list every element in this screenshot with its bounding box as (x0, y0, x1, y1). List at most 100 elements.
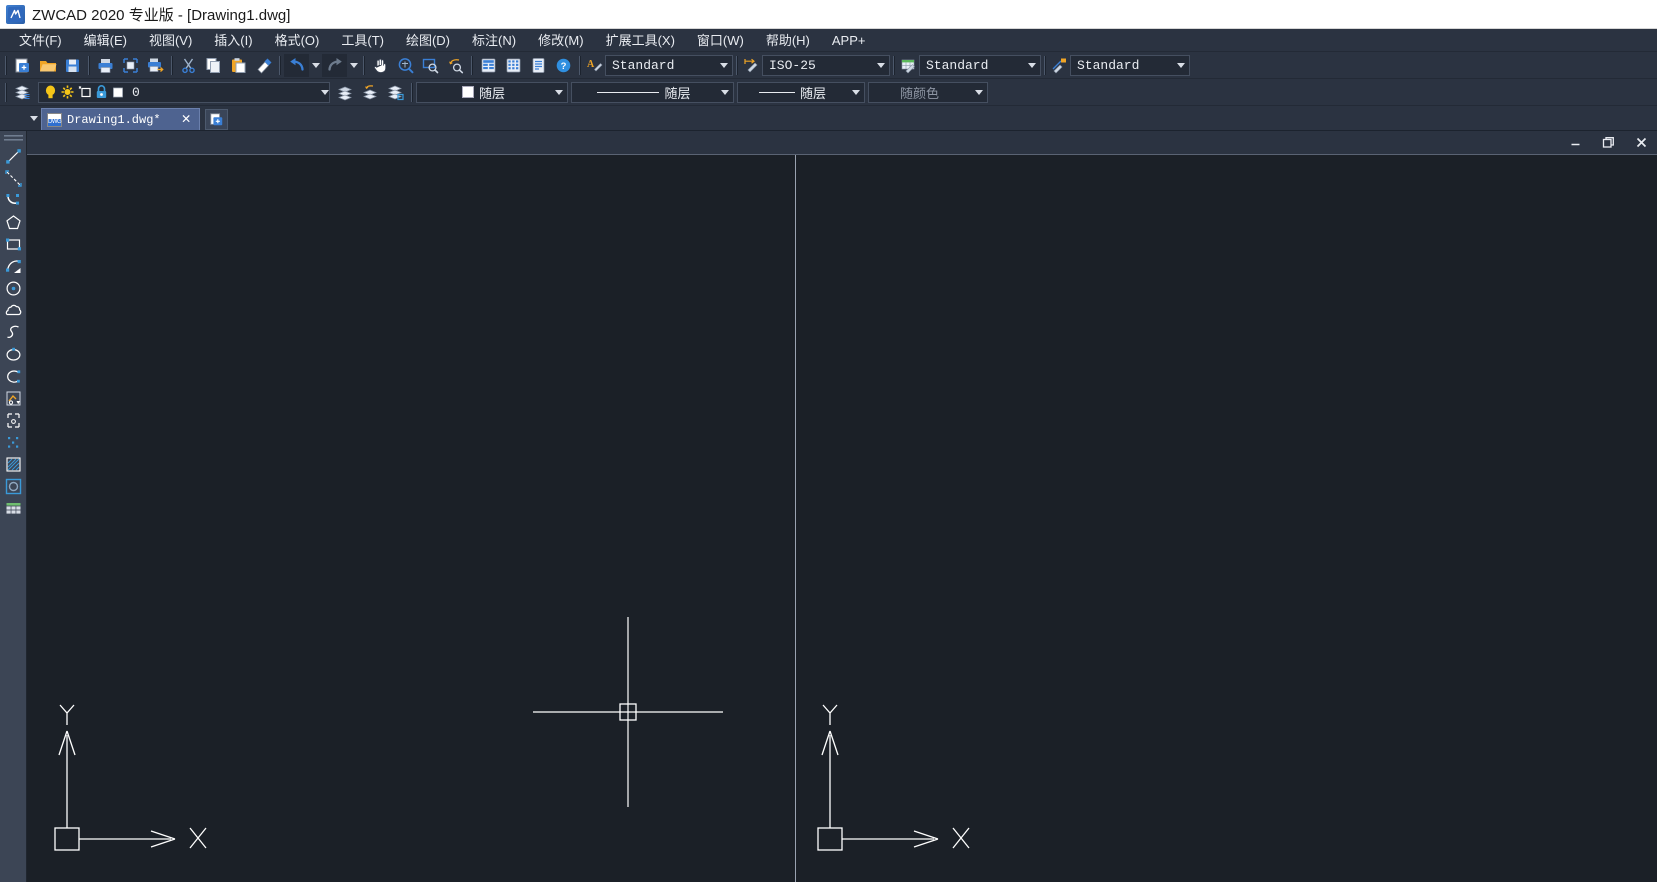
multileader-style-combo[interactable]: Standard (1070, 55, 1190, 76)
chevron-down-icon[interactable] (715, 63, 732, 68)
point-icon[interactable] (2, 431, 25, 453)
layer-states-icon[interactable] (383, 81, 408, 104)
viewport-right[interactable] (796, 155, 1657, 882)
toolbar-grip[interactable] (168, 55, 176, 76)
lineweight-control-combo[interactable]: 随层 (737, 82, 865, 103)
menu-edit[interactable]: 编辑(E) (73, 30, 138, 51)
linetype-control-combo[interactable]: 随层 (571, 82, 734, 103)
ellipse-icon[interactable] (2, 343, 25, 365)
tool-palettes-icon[interactable] (526, 54, 551, 77)
toolbar-grip[interactable] (85, 55, 93, 76)
toolbar-grip[interactable] (2, 55, 10, 76)
open-file-icon[interactable] (35, 54, 60, 77)
redo-dropdown-arrow-icon[interactable] (347, 54, 360, 77)
toolbar-grip[interactable] (360, 55, 368, 76)
close-icon[interactable]: ✕ (178, 111, 195, 128)
chevron-down-icon[interactable] (872, 63, 889, 68)
plot-icon[interactable] (143, 54, 168, 77)
menu-draw[interactable]: 绘图(D) (395, 30, 461, 51)
rectangle-icon[interactable] (2, 233, 25, 255)
menu-view[interactable]: 视图(V) (138, 30, 203, 51)
chevron-down-icon[interactable] (847, 90, 864, 95)
lock-icon[interactable] (94, 84, 109, 100)
plotstyle-control-combo[interactable]: 随颜色 (868, 82, 988, 103)
insert-block-icon[interactable] (2, 387, 25, 409)
menu-window[interactable]: 窗口(W) (686, 30, 755, 51)
menu-dimension[interactable]: 标注(N) (461, 30, 527, 51)
cut-icon[interactable] (176, 54, 201, 77)
menu-express-tools[interactable]: 扩展工具(X) (595, 30, 686, 51)
hatch-icon[interactable] (2, 453, 25, 475)
help-icon[interactable]: ? (551, 54, 576, 77)
layer-previous-icon[interactable] (358, 81, 383, 104)
print-preview-icon[interactable] (118, 54, 143, 77)
zoom-realtime-icon[interactable] (393, 54, 418, 77)
circle-icon[interactable] (2, 277, 25, 299)
pan-icon[interactable] (368, 54, 393, 77)
sun-freeze-icon[interactable] (60, 84, 75, 100)
chevron-down-icon[interactable] (970, 90, 987, 95)
print-icon[interactable] (93, 54, 118, 77)
paste-icon[interactable] (226, 54, 251, 77)
toolbar-grip[interactable] (890, 55, 898, 76)
chevron-down-icon[interactable] (321, 90, 329, 95)
toolbar-grip[interactable] (576, 55, 584, 76)
ellipse-arc-icon[interactable] (2, 365, 25, 387)
save-file-icon[interactable] (60, 54, 85, 77)
zoom-window-icon[interactable] (418, 54, 443, 77)
undo-dropdown-arrow-icon[interactable] (309, 54, 322, 77)
menu-format[interactable]: 格式(O) (264, 30, 331, 51)
toolbar-grip[interactable] (2, 82, 10, 103)
make-object-layer-current-icon[interactable] (333, 81, 358, 104)
toolbar-grip[interactable] (4, 134, 23, 142)
copy-icon[interactable] (201, 54, 226, 77)
menu-tools[interactable]: 工具(T) (330, 30, 395, 51)
toolbar-grip[interactable] (468, 55, 476, 76)
viewport-left-inner[interactable] (27, 155, 795, 882)
zoom-previous-icon[interactable] (443, 54, 468, 77)
tab-list-arrow-icon[interactable] (27, 106, 41, 130)
redo-icon[interactable] (322, 54, 347, 77)
make-block-icon[interactable] (2, 409, 25, 431)
viewport-right-inner[interactable] (796, 155, 1657, 882)
chevron-down-icon[interactable] (1023, 63, 1040, 68)
match-properties-icon[interactable] (251, 54, 276, 77)
construction-line-icon[interactable] (2, 167, 25, 189)
arc-icon[interactable] (2, 255, 25, 277)
properties-icon[interactable] (476, 54, 501, 77)
new-file-icon[interactable] (10, 54, 35, 77)
design-center-icon[interactable] (501, 54, 526, 77)
chevron-down-icon[interactable] (550, 90, 567, 95)
toolbar-grip[interactable] (1041, 55, 1049, 76)
toolbar-grip[interactable] (733, 55, 741, 76)
restore-child-button[interactable] (1598, 134, 1618, 151)
table-icon[interactable] (2, 497, 25, 519)
menu-file[interactable]: 文件(F) (8, 30, 73, 51)
color-swatch-icon[interactable] (111, 84, 126, 100)
new-drawing-tab-button[interactable] (205, 109, 228, 130)
text-style-combo[interactable]: Standard (605, 55, 733, 76)
toolbar-grip[interactable] (408, 82, 416, 103)
spline-icon[interactable] (2, 321, 25, 343)
polyline-icon[interactable] (2, 189, 25, 211)
color-control-combo[interactable]: 随层 (416, 82, 568, 103)
menu-modify[interactable]: 修改(M) (527, 30, 595, 51)
table-style-combo[interactable]: Standard (919, 55, 1041, 76)
revision-cloud-icon[interactable] (2, 299, 25, 321)
polygon-icon[interactable] (2, 211, 25, 233)
chevron-down-icon[interactable] (1172, 63, 1189, 68)
menu-app-plus[interactable]: APP+ (821, 30, 877, 51)
viewport-left[interactable] (27, 155, 796, 882)
close-child-button[interactable] (1631, 134, 1651, 151)
undo-icon[interactable] (284, 54, 309, 77)
toolbar-grip[interactable] (276, 55, 284, 76)
gradient-icon[interactable] (2, 475, 25, 497)
menu-insert[interactable]: 插入(I) (203, 30, 263, 51)
document-tab-drawing1[interactable]: DWG Drawing1.dwg* ✕ (41, 108, 200, 130)
dimension-style-combo[interactable]: ISO-25 (762, 55, 890, 76)
layer-properties-manager-icon[interactable] (10, 81, 35, 104)
unlocked-layer-icon[interactable] (77, 84, 92, 100)
menu-help[interactable]: 帮助(H) (755, 30, 821, 51)
layer-control-combo[interactable]: 0 (38, 82, 330, 103)
lightbulb-on-icon[interactable] (43, 84, 58, 100)
